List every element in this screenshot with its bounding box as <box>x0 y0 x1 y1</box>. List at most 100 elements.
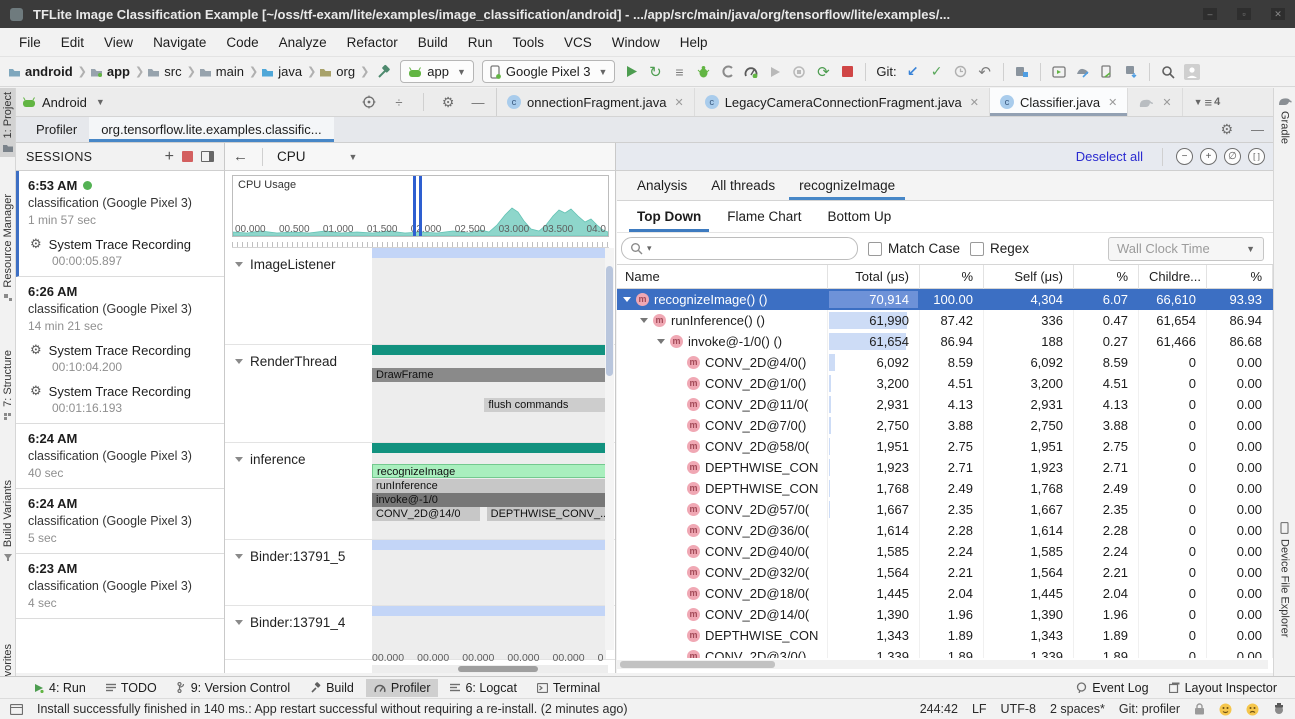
indent-style[interactable]: 2 spaces* <box>1050 702 1105 716</box>
thread-name[interactable]: RenderThread <box>235 354 337 369</box>
hide-panel-icon[interactable]: — <box>467 91 489 113</box>
settings-gear-icon[interactable]: ⚙ <box>437 91 459 113</box>
table-row[interactable]: mCONV_2D@36/0(1,6142.281,6142.2800.00 <box>617 520 1273 541</box>
toolwindow-todo[interactable]: TODO <box>98 679 165 697</box>
expand-arrow-icon[interactable] <box>640 318 648 323</box>
breadcrumb-main[interactable]: main <box>199 64 244 79</box>
subtab-bottom-up[interactable]: Bottom Up <box>820 201 900 232</box>
subtab-flame-chart[interactable]: Flame Chart <box>719 201 809 232</box>
toolwindow-event-log[interactable]: Event Log <box>1068 679 1156 697</box>
collapse-all-icon[interactable]: ÷ <box>388 91 410 113</box>
avd-manager-icon[interactable] <box>1120 61 1142 83</box>
table-row[interactable]: mCONV_2D@57/0(1,6672.351,6672.3500.00 <box>617 499 1273 520</box>
profiler-view-select[interactable]: CPU▼ <box>277 149 357 164</box>
rollback-icon[interactable]: ↶ <box>974 61 996 83</box>
regex-option[interactable]: Regex <box>970 241 1029 256</box>
sync-icon[interactable]: ⟳ <box>812 61 834 83</box>
toolwindow-profiler[interactable]: Profiler <box>366 679 439 697</box>
table-row[interactable]: mDEPTHWISE_CON1,7682.491,7682.4900.00 <box>617 478 1273 499</box>
device-select[interactable]: Google Pixel 3▼ <box>482 60 615 83</box>
sidebar-item-build-variants[interactable]: Build Variants <box>0 476 15 566</box>
table-row[interactable]: mCONV_2D@14/0(1,3901.961,3901.9600.00 <box>617 604 1273 625</box>
horizontal-scrollbar[interactable] <box>372 665 608 673</box>
trace-span[interactable]: invoke@-1/0 <box>372 493 606 507</box>
sidebar-item-device-file-explorer[interactable]: Device File Explorer <box>1274 518 1295 641</box>
menu-vcs[interactable]: VCS <box>555 32 601 53</box>
run-config-select[interactable]: app▼ <box>400 60 474 83</box>
column-header-3[interactable]: Self (μs) <box>984 265 1074 289</box>
column-header-0[interactable]: Name <box>617 265 828 289</box>
menu-tools[interactable]: Tools <box>504 32 554 53</box>
menu-view[interactable]: View <box>95 32 142 53</box>
session-item-3[interactable]: 6:24 AMclassification (Google Pixel 3)5 … <box>16 489 224 554</box>
vertical-scrollbar[interactable] <box>605 248 614 650</box>
table-row[interactable]: mCONV_2D@11/0(2,9314.132,9314.1300.00 <box>617 394 1273 415</box>
trace-span[interactable]: flush commands <box>484 398 606 412</box>
menu-navigate[interactable]: Navigate <box>144 32 215 53</box>
close-icon[interactable]: ✕ <box>674 96 683 109</box>
table-row[interactable]: mDEPTHWISE_CON1,9232.711,9232.7100.00 <box>617 457 1273 478</box>
menu-window[interactable]: Window <box>603 32 669 53</box>
history-icon[interactable] <box>950 61 972 83</box>
apply-code-changes-icon[interactable]: ≡ <box>668 61 690 83</box>
sdk-manager-icon[interactable] <box>1096 61 1118 83</box>
column-header-1[interactable]: Total (μs) <box>828 265 920 289</box>
breadcrumb-org[interactable]: org <box>319 64 355 79</box>
thread-name[interactable]: inference <box>235 452 306 467</box>
tab-recognizeimage[interactable]: recognizeImage <box>789 171 905 200</box>
reset-zoom-icon[interactable]: ∅ <box>1224 148 1241 165</box>
expand-arrow-icon[interactable] <box>657 339 665 344</box>
profile-icon[interactable] <box>740 61 762 83</box>
table-row[interactable]: mCONV_2D@58/0(1,9512.751,9512.7500.00 <box>617 436 1273 457</box>
caret-position[interactable]: 244:42 <box>920 702 958 716</box>
zoom-to-selection-icon[interactable]: [ ] <box>1248 148 1265 165</box>
session-item-1[interactable]: 6:26 AMclassification (Google Pixel 3)14… <box>16 277 224 424</box>
trace-span[interactable]: DEPTHWISE_CONV_... <box>487 507 606 521</box>
menu-refactor[interactable]: Refactor <box>338 32 407 53</box>
sidebar-item-1-project[interactable]: 1: Project <box>0 88 15 157</box>
git-branch[interactable]: Git: profiler <box>1119 702 1180 716</box>
close-icon[interactable]: ✕ <box>1162 96 1171 109</box>
attach-debugger-icon[interactable] <box>716 61 738 83</box>
table-row[interactable]: mDEPTHWISE_CON1,3431.891,3431.8900.00 <box>617 625 1273 646</box>
close-icon[interactable]: ✕ <box>1271 8 1285 20</box>
toolwindow-layout-inspector[interactable]: Layout Inspector <box>1161 679 1285 697</box>
toolwindow-terminal[interactable]: Terminal <box>529 679 608 697</box>
tab-all-threads[interactable]: All threads <box>701 171 785 200</box>
column-header-6[interactable]: % <box>1207 265 1273 289</box>
cpu-usage-chart[interactable]: CPU Usage 00.00000.50001.00001.50002.000… <box>232 175 609 237</box>
maximize-icon[interactable]: ▫ <box>1237 8 1251 20</box>
breadcrumb-app[interactable]: app <box>90 64 130 79</box>
line-ending[interactable]: LF <box>972 702 987 716</box>
tab-analysis[interactable]: Analysis <box>627 171 697 200</box>
table-row[interactable]: mCONV_2D@32/0(1,5642.211,5642.2100.00 <box>617 562 1273 583</box>
selection-marker[interactable] <box>413 176 416 236</box>
settings-gear-icon[interactable]: ⚙ <box>1211 117 1242 142</box>
table-row[interactable]: minvoke@-1/0() ()61,65486.941880.2761,46… <box>617 331 1273 352</box>
git-commit-icon[interactable]: ✓ <box>926 61 948 83</box>
locate-file-icon[interactable] <box>358 91 380 113</box>
trace-span[interactable]: DrawFrame <box>372 368 606 382</box>
thread-row-imagelistener[interactable]: ImageListener <box>225 248 616 345</box>
apply-changes-icon[interactable]: ↻ <box>644 61 666 83</box>
profiler-tab-1[interactable]: org.tensorflow.lite.examples.classific..… <box>89 117 333 142</box>
regex-checkbox[interactable] <box>970 242 984 256</box>
expand-arrow-icon[interactable] <box>623 297 631 302</box>
table-horizontal-scrollbar[interactable] <box>617 660 1268 669</box>
match-case-checkbox[interactable] <box>868 242 882 256</box>
stop-session-icon[interactable] <box>182 151 193 162</box>
menu-run[interactable]: Run <box>459 32 502 53</box>
lock-icon[interactable] <box>1194 703 1205 715</box>
zoom-in-icon[interactable]: + <box>1200 148 1217 165</box>
toolwindow-4-run[interactable]: 4: Run <box>26 679 94 697</box>
column-header-4[interactable]: % <box>1074 265 1139 289</box>
session-item-2[interactable]: 6:24 AMclassification (Google Pixel 3)40… <box>16 424 224 489</box>
search-field[interactable] <box>656 241 849 256</box>
happy-face-icon[interactable] <box>1219 703 1232 716</box>
editor-tab-2[interactable]: cClassifier.java✕ <box>990 88 1128 116</box>
table-row[interactable]: mCONV_2D@7/0()2,7503.882,7503.8800.00 <box>617 415 1273 436</box>
table-row[interactable]: mrunInference() ()61,99087.423360.4761,6… <box>617 310 1273 331</box>
thread-name[interactable]: Binder:13791_4 <box>235 615 345 630</box>
thread-row-renderthread[interactable]: RenderThread DrawFrame flush commands <box>225 345 616 443</box>
table-row[interactable]: mCONV_2D@4/0()6,0928.596,0928.5900.00 <box>617 352 1273 373</box>
